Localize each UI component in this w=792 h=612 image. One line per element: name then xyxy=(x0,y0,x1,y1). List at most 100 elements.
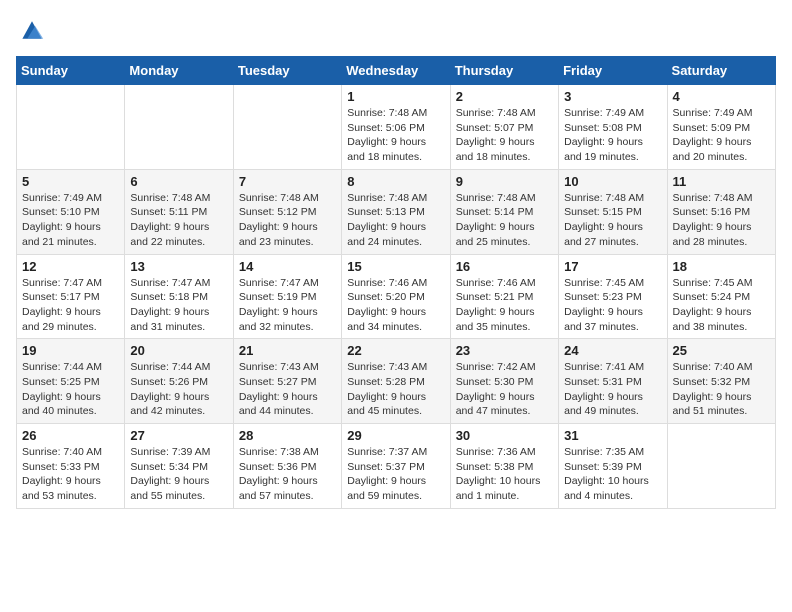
day-number: 21 xyxy=(239,343,336,358)
day-info: Sunrise: 7:35 AM Sunset: 5:39 PM Dayligh… xyxy=(564,445,661,504)
day-cell: 22 Sunrise: 7:43 AM Sunset: 5:28 PM Dayli… xyxy=(342,339,450,424)
day-number: 7 xyxy=(239,174,336,189)
day-number: 24 xyxy=(564,343,661,358)
day-info: Sunrise: 7:41 AM Sunset: 5:31 PM Dayligh… xyxy=(564,360,661,419)
day-cell: 18Sunrise: 7:45 AM Sunset: 5:24 PM Dayli… xyxy=(667,254,775,339)
day-cell: 9 Sunrise: 7:48 AM Sunset: 5:14 PM Daylig… xyxy=(450,169,558,254)
day-cell xyxy=(17,85,125,170)
day-cell: 21Sunrise: 7:43 AM Sunset: 5:27 PM Dayli… xyxy=(233,339,341,424)
day-info: Sunrise: 7:48 AM Sunset: 5:16 PM Dayligh… xyxy=(673,191,770,250)
day-number: 16 xyxy=(456,259,553,274)
day-cell: 24 Sunrise: 7:41 AM Sunset: 5:31 PM Dayli… xyxy=(559,339,667,424)
day-cell: 2 Sunrise: 7:48 AM Sunset: 5:07 PM Daylig… xyxy=(450,85,558,170)
day-info: Sunrise: 7:38 AM Sunset: 5:36 PM Dayligh… xyxy=(239,445,336,504)
day-number: 1 xyxy=(347,89,444,104)
weekday-header-wednesday: Wednesday xyxy=(342,57,450,85)
day-number: 25 xyxy=(673,343,770,358)
logo xyxy=(16,16,52,44)
logo-icon xyxy=(16,16,48,44)
day-number: 9 xyxy=(456,174,553,189)
day-cell: 20 Sunrise: 7:44 AM Sunset: 5:26 PM Dayli… xyxy=(125,339,233,424)
day-cell: 28Sunrise: 7:38 AM Sunset: 5:36 PM Dayli… xyxy=(233,424,341,509)
calendar: SundayMondayTuesdayWednesdayThursdayFrid… xyxy=(16,56,776,509)
week-row-5: 26 Sunrise: 7:40 AM Sunset: 5:33 PM Dayli… xyxy=(17,424,776,509)
day-cell: 26 Sunrise: 7:40 AM Sunset: 5:33 PM Dayli… xyxy=(17,424,125,509)
day-cell: 1 Sunrise: 7:48 AM Sunset: 5:06 PM Daylig… xyxy=(342,85,450,170)
day-number: 4 xyxy=(673,89,770,104)
day-number: 31 xyxy=(564,428,661,443)
weekday-header-row: SundayMondayTuesdayWednesdayThursdayFrid… xyxy=(17,57,776,85)
day-info: Sunrise: 7:47 AM Sunset: 5:19 PM Dayligh… xyxy=(239,276,336,335)
day-number: 27 xyxy=(130,428,227,443)
day-number: 5 xyxy=(22,174,119,189)
day-number: 11 xyxy=(673,174,770,189)
day-info: Sunrise: 7:45 AM Sunset: 5:23 PM Dayligh… xyxy=(564,276,661,335)
day-info: Sunrise: 7:43 AM Sunset: 5:28 PM Dayligh… xyxy=(347,360,444,419)
day-cell: 7 Sunrise: 7:48 AM Sunset: 5:12 PM Daylig… xyxy=(233,169,341,254)
weekday-header-sunday: Sunday xyxy=(17,57,125,85)
day-info: Sunrise: 7:47 AM Sunset: 5:17 PM Dayligh… xyxy=(22,276,119,335)
week-row-2: 5Sunrise: 7:49 AM Sunset: 5:10 PM Daylig… xyxy=(17,169,776,254)
day-number: 14 xyxy=(239,259,336,274)
day-info: Sunrise: 7:44 AM Sunset: 5:26 PM Dayligh… xyxy=(130,360,227,419)
week-row-3: 12 Sunrise: 7:47 AM Sunset: 5:17 PM Dayli… xyxy=(17,254,776,339)
day-info: Sunrise: 7:42 AM Sunset: 5:30 PM Dayligh… xyxy=(456,360,553,419)
day-info: Sunrise: 7:46 AM Sunset: 5:21 PM Dayligh… xyxy=(456,276,553,335)
day-number: 23 xyxy=(456,343,553,358)
day-info: Sunrise: 7:48 AM Sunset: 5:12 PM Dayligh… xyxy=(239,191,336,250)
day-info: Sunrise: 7:48 AM Sunset: 5:07 PM Dayligh… xyxy=(456,106,553,165)
day-number: 20 xyxy=(130,343,227,358)
day-number: 10 xyxy=(564,174,661,189)
day-cell: 29 Sunrise: 7:37 AM Sunset: 5:37 PM Dayli… xyxy=(342,424,450,509)
day-cell xyxy=(667,424,775,509)
day-number: 22 xyxy=(347,343,444,358)
day-info: Sunrise: 7:40 AM Sunset: 5:33 PM Dayligh… xyxy=(22,445,119,504)
day-cell: 23 Sunrise: 7:42 AM Sunset: 5:30 PM Dayli… xyxy=(450,339,558,424)
day-cell: 11 Sunrise: 7:48 AM Sunset: 5:16 PM Dayli… xyxy=(667,169,775,254)
day-info: Sunrise: 7:46 AM Sunset: 5:20 PM Dayligh… xyxy=(347,276,444,335)
day-cell: 30Sunrise: 7:36 AM Sunset: 5:38 PM Dayli… xyxy=(450,424,558,509)
day-cell: 16 Sunrise: 7:46 AM Sunset: 5:21 PM Dayli… xyxy=(450,254,558,339)
day-number: 6 xyxy=(130,174,227,189)
day-cell: 6 Sunrise: 7:48 AM Sunset: 5:11 PM Daylig… xyxy=(125,169,233,254)
day-number: 8 xyxy=(347,174,444,189)
week-row-4: 19Sunrise: 7:44 AM Sunset: 5:25 PM Dayli… xyxy=(17,339,776,424)
day-number: 26 xyxy=(22,428,119,443)
day-info: Sunrise: 7:39 AM Sunset: 5:34 PM Dayligh… xyxy=(130,445,227,504)
day-cell: 31 Sunrise: 7:35 AM Sunset: 5:39 PM Dayli… xyxy=(559,424,667,509)
day-number: 29 xyxy=(347,428,444,443)
day-info: Sunrise: 7:49 AM Sunset: 5:08 PM Dayligh… xyxy=(564,106,661,165)
day-info: Sunrise: 7:48 AM Sunset: 5:11 PM Dayligh… xyxy=(130,191,227,250)
day-number: 2 xyxy=(456,89,553,104)
day-info: Sunrise: 7:48 AM Sunset: 5:15 PM Dayligh… xyxy=(564,191,661,250)
day-cell: 25 Sunrise: 7:40 AM Sunset: 5:32 PM Dayli… xyxy=(667,339,775,424)
day-number: 15 xyxy=(347,259,444,274)
day-number: 18 xyxy=(673,259,770,274)
weekday-header-thursday: Thursday xyxy=(450,57,558,85)
day-cell: 19Sunrise: 7:44 AM Sunset: 5:25 PM Dayli… xyxy=(17,339,125,424)
day-info: Sunrise: 7:37 AM Sunset: 5:37 PM Dayligh… xyxy=(347,445,444,504)
day-info: Sunrise: 7:36 AM Sunset: 5:38 PM Dayligh… xyxy=(456,445,553,504)
day-number: 12 xyxy=(22,259,119,274)
day-cell: 13Sunrise: 7:47 AM Sunset: 5:18 PM Dayli… xyxy=(125,254,233,339)
day-cell: 3 Sunrise: 7:49 AM Sunset: 5:08 PM Daylig… xyxy=(559,85,667,170)
weekday-header-saturday: Saturday xyxy=(667,57,775,85)
day-info: Sunrise: 7:48 AM Sunset: 5:14 PM Dayligh… xyxy=(456,191,553,250)
day-cell xyxy=(233,85,341,170)
day-cell: 27 Sunrise: 7:39 AM Sunset: 5:34 PM Dayli… xyxy=(125,424,233,509)
day-number: 17 xyxy=(564,259,661,274)
day-cell: 4 Sunrise: 7:49 AM Sunset: 5:09 PM Daylig… xyxy=(667,85,775,170)
day-cell: 12 Sunrise: 7:47 AM Sunset: 5:17 PM Dayli… xyxy=(17,254,125,339)
day-info: Sunrise: 7:47 AM Sunset: 5:18 PM Dayligh… xyxy=(130,276,227,335)
day-info: Sunrise: 7:48 AM Sunset: 5:06 PM Dayligh… xyxy=(347,106,444,165)
day-cell xyxy=(125,85,233,170)
week-row-1: 1 Sunrise: 7:48 AM Sunset: 5:06 PM Daylig… xyxy=(17,85,776,170)
day-cell: 14 Sunrise: 7:47 AM Sunset: 5:19 PM Dayli… xyxy=(233,254,341,339)
day-number: 3 xyxy=(564,89,661,104)
day-cell: 8Sunrise: 7:48 AM Sunset: 5:13 PM Daylig… xyxy=(342,169,450,254)
day-info: Sunrise: 7:40 AM Sunset: 5:32 PM Dayligh… xyxy=(673,360,770,419)
day-number: 19 xyxy=(22,343,119,358)
weekday-header-tuesday: Tuesday xyxy=(233,57,341,85)
day-cell: 5Sunrise: 7:49 AM Sunset: 5:10 PM Daylig… xyxy=(17,169,125,254)
day-info: Sunrise: 7:49 AM Sunset: 5:09 PM Dayligh… xyxy=(673,106,770,165)
